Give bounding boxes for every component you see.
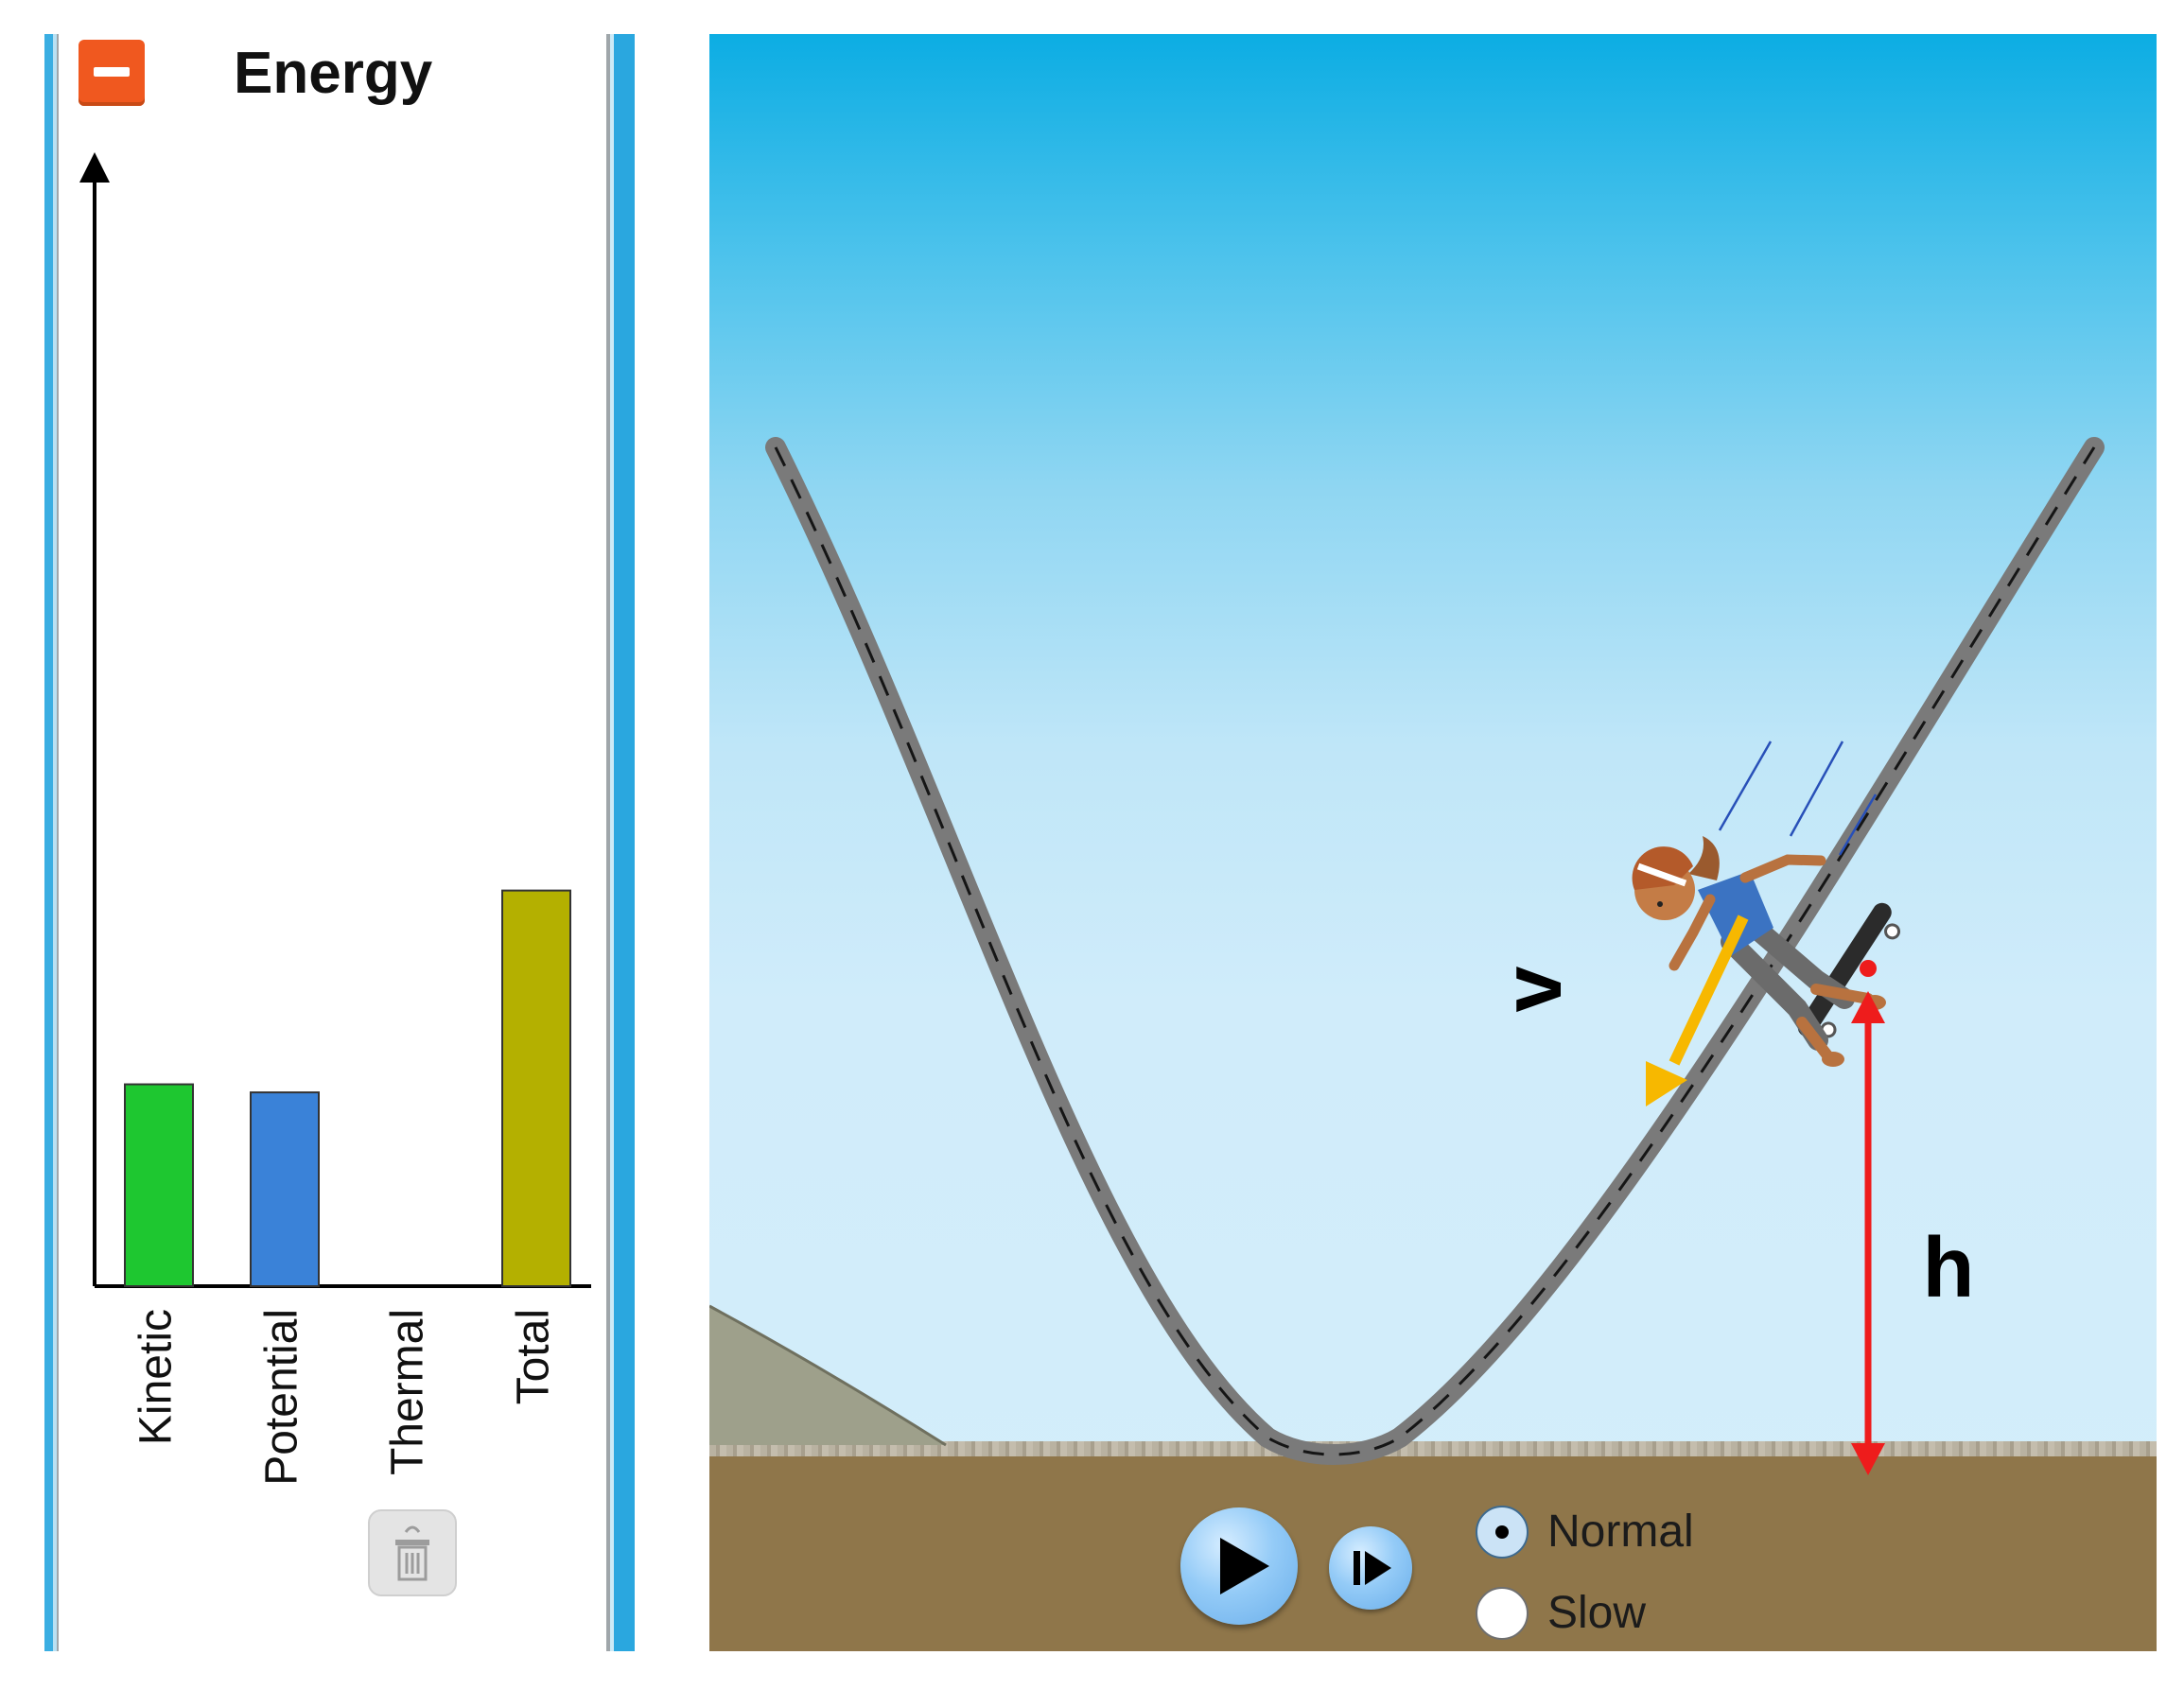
normal-radio[interactable] xyxy=(1476,1506,1529,1559)
bar-label-thermal: Thermal xyxy=(383,1309,433,1475)
bar-label-total: Total xyxy=(509,1309,559,1404)
height-label: h xyxy=(1923,1221,1975,1315)
energy-bar-chart: Kinetic Potential Thermal Total xyxy=(79,152,591,1486)
trash-icon xyxy=(395,1525,429,1581)
radio-selected-dot xyxy=(1495,1525,1509,1539)
track[interactable] xyxy=(765,437,2105,1465)
normal-label: Normal xyxy=(1547,1507,1694,1557)
clear-thermal-button[interactable] xyxy=(368,1509,457,1596)
play-button[interactable] xyxy=(1180,1507,1298,1625)
height-vector xyxy=(1851,960,1885,1475)
step-forward-button[interactable] xyxy=(1329,1526,1412,1610)
energy-panel: Energy Kinetic Potential Thermal Total xyxy=(44,34,635,1651)
bar-label-kinetic: Kinetic xyxy=(131,1309,182,1445)
bar-total xyxy=(501,889,571,1287)
y-axis-arrow xyxy=(79,152,110,183)
center-of-mass-dot xyxy=(1860,960,1877,977)
slow-label: Slow xyxy=(1547,1588,1647,1638)
bar-kinetic xyxy=(124,1083,194,1287)
bar-potential xyxy=(250,1091,320,1287)
play-icon xyxy=(1220,1538,1269,1594)
scene-canvas: v h xyxy=(709,437,2105,1475)
step-forward-icon xyxy=(1354,1551,1391,1585)
slow-radio[interactable] xyxy=(1476,1587,1529,1640)
skate-scene: v h Normal Slow xyxy=(709,34,2157,1651)
bar-label-potential: Potential xyxy=(257,1309,307,1486)
velocity-label: v xyxy=(1485,966,1579,1012)
